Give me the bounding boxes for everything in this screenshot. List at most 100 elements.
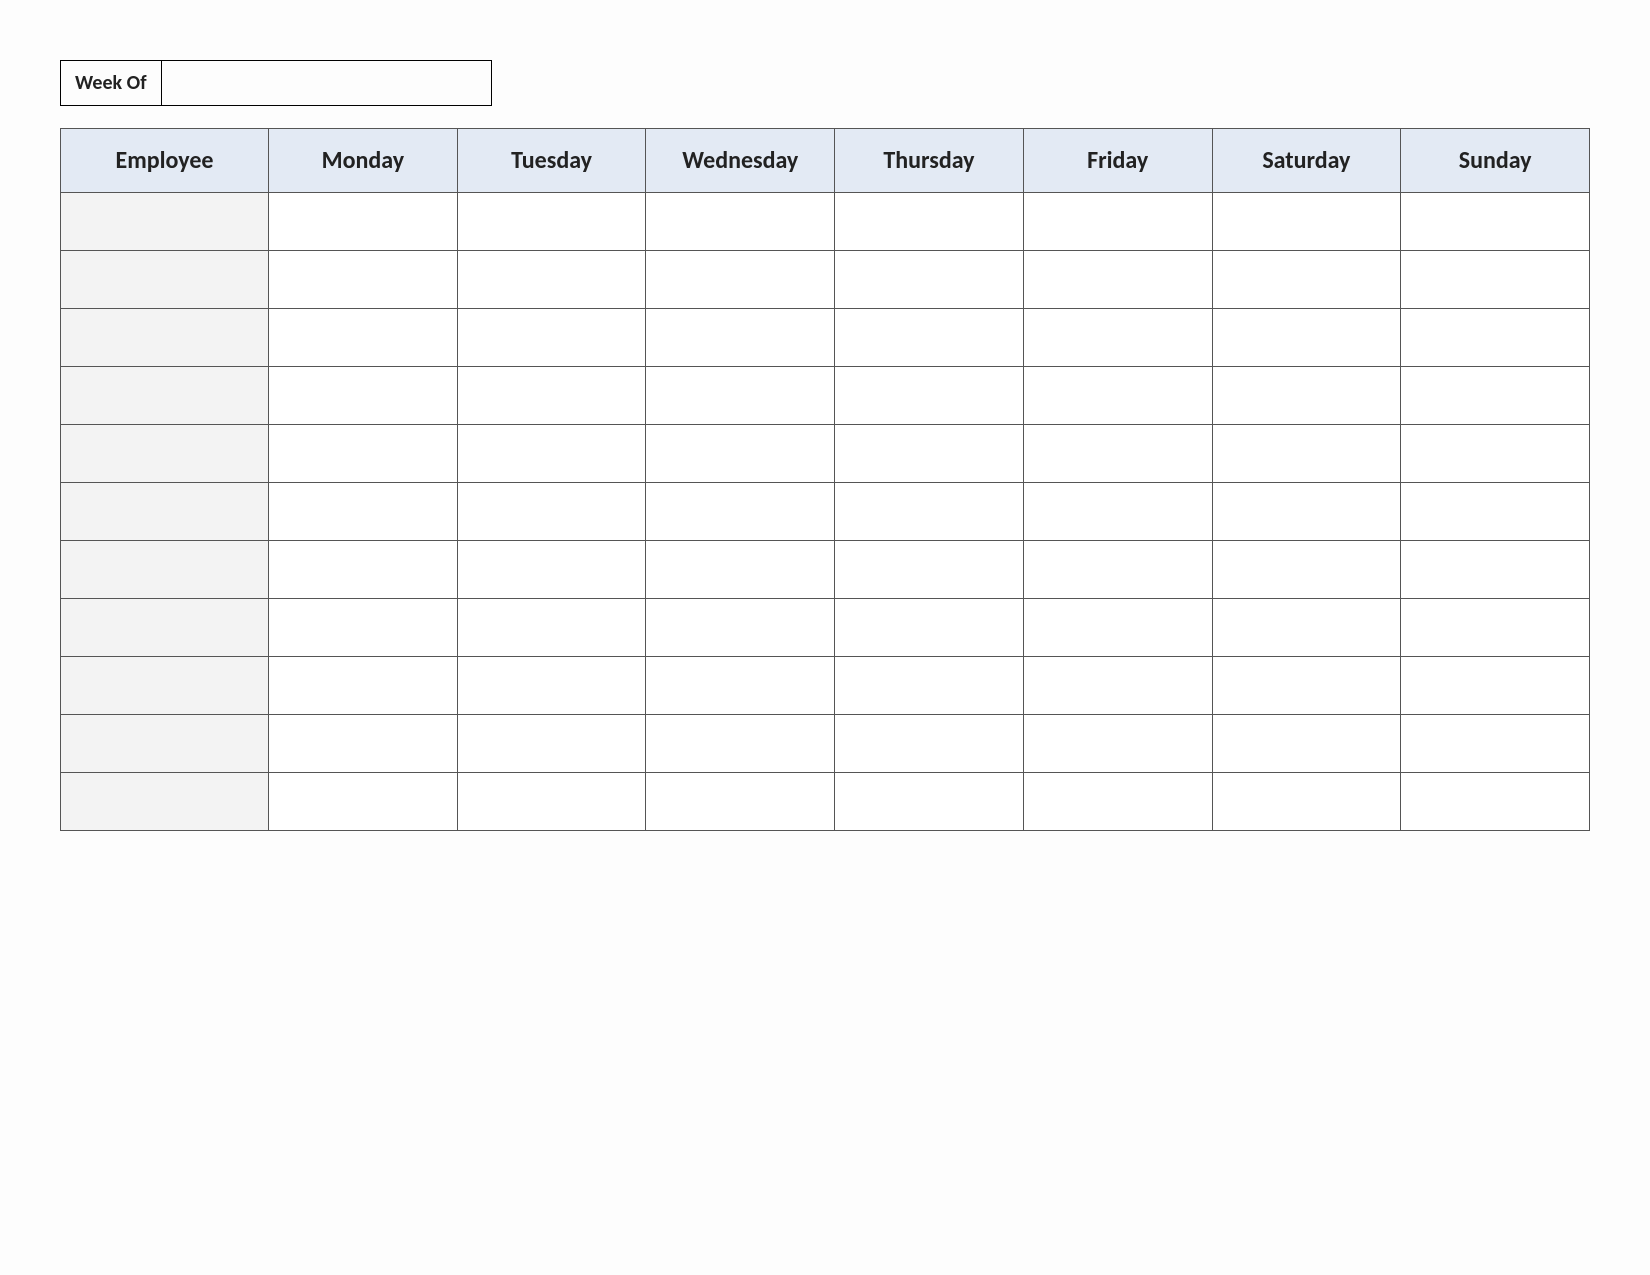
schedule-cell-input[interactable] [647, 774, 833, 829]
schedule-cell-input[interactable] [836, 600, 1022, 655]
schedule-cell [646, 657, 835, 715]
schedule-cell [457, 193, 646, 251]
schedule-cell-input[interactable] [459, 658, 645, 713]
schedule-cell-input[interactable] [1025, 368, 1211, 423]
schedule-cell-input[interactable] [1402, 542, 1588, 597]
schedule-cell [1401, 251, 1590, 309]
schedule-cell-input[interactable] [270, 484, 456, 539]
schedule-cell-input[interactable] [836, 194, 1022, 249]
schedule-cell-input[interactable] [1214, 716, 1400, 771]
schedule-cell-input[interactable] [1025, 774, 1211, 829]
schedule-cell-input[interactable] [836, 542, 1022, 597]
schedule-cell [457, 483, 646, 541]
schedule-cell-input[interactable] [647, 252, 833, 307]
schedule-cell-input[interactable] [270, 368, 456, 423]
schedule-cell [457, 251, 646, 309]
schedule-cell-input[interactable] [1402, 600, 1588, 655]
employee-input[interactable] [62, 658, 267, 713]
schedule-cell-input[interactable] [1025, 600, 1211, 655]
schedule-cell-input[interactable] [647, 542, 833, 597]
schedule-cell-input[interactable] [270, 194, 456, 249]
schedule-cell-input[interactable] [459, 542, 645, 597]
schedule-cell-input[interactable] [647, 310, 833, 365]
schedule-cell-input[interactable] [647, 426, 833, 481]
employee-input[interactable] [62, 774, 267, 829]
employee-input[interactable] [62, 252, 267, 307]
schedule-cell-input[interactable] [1025, 542, 1211, 597]
schedule-cell-input[interactable] [270, 542, 456, 597]
schedule-cell-input[interactable] [836, 716, 1022, 771]
schedule-cell-input[interactable] [836, 426, 1022, 481]
schedule-cell-input[interactable] [836, 310, 1022, 365]
table-row [61, 715, 1590, 773]
schedule-cell-input[interactable] [270, 658, 456, 713]
schedule-cell-input[interactable] [459, 310, 645, 365]
employee-input[interactable] [62, 194, 267, 249]
schedule-cell-input[interactable] [459, 368, 645, 423]
schedule-cell-input[interactable] [1214, 484, 1400, 539]
schedule-cell-input[interactable] [1025, 484, 1211, 539]
schedule-cell-input[interactable] [1402, 774, 1588, 829]
schedule-cell-input[interactable] [1402, 658, 1588, 713]
schedule-cell-input[interactable] [647, 484, 833, 539]
week-of-input[interactable] [170, 70, 483, 96]
schedule-cell [269, 541, 458, 599]
schedule-cell-input[interactable] [1402, 368, 1588, 423]
schedule-cell-input[interactable] [459, 426, 645, 481]
schedule-cell-input[interactable] [836, 484, 1022, 539]
schedule-cell-input[interactable] [1214, 368, 1400, 423]
schedule-cell-input[interactable] [1402, 252, 1588, 307]
employee-input[interactable] [62, 600, 267, 655]
schedule-cell-input[interactable] [836, 252, 1022, 307]
schedule-cell-input[interactable] [459, 194, 645, 249]
schedule-cell-input[interactable] [1402, 310, 1588, 365]
schedule-cell [269, 773, 458, 831]
schedule-cell-input[interactable] [1214, 774, 1400, 829]
employee-input[interactable] [62, 368, 267, 423]
schedule-cell-input[interactable] [1402, 426, 1588, 481]
schedule-cell-input[interactable] [270, 600, 456, 655]
schedule-cell-input[interactable] [1214, 658, 1400, 713]
schedule-cell-input[interactable] [270, 716, 456, 771]
schedule-cell-input[interactable] [1402, 194, 1588, 249]
schedule-cell [1023, 251, 1212, 309]
employee-input[interactable] [62, 484, 267, 539]
schedule-cell-input[interactable] [1214, 600, 1400, 655]
schedule-cell-input[interactable] [647, 658, 833, 713]
schedule-cell-input[interactable] [1214, 252, 1400, 307]
schedule-cell-input[interactable] [647, 368, 833, 423]
schedule-cell-input[interactable] [459, 774, 645, 829]
schedule-cell-input[interactable] [459, 716, 645, 771]
employee-input[interactable] [62, 716, 267, 771]
employee-input[interactable] [62, 426, 267, 481]
week-of-row: Week Of [60, 60, 1590, 106]
schedule-cell-input[interactable] [647, 194, 833, 249]
schedule-cell-input[interactable] [1214, 310, 1400, 365]
schedule-cell-input[interactable] [459, 484, 645, 539]
schedule-cell-input[interactable] [270, 252, 456, 307]
schedule-cell-input[interactable] [270, 310, 456, 365]
schedule-cell-input[interactable] [1214, 542, 1400, 597]
schedule-cell-input[interactable] [1025, 426, 1211, 481]
schedule-cell-input[interactable] [270, 774, 456, 829]
employee-input[interactable] [62, 542, 267, 597]
schedule-cell-input[interactable] [1214, 426, 1400, 481]
schedule-cell-input[interactable] [836, 658, 1022, 713]
schedule-cell-input[interactable] [836, 368, 1022, 423]
schedule-cell-input[interactable] [1214, 194, 1400, 249]
schedule-cell-input[interactable] [1025, 252, 1211, 307]
schedule-cell-input[interactable] [836, 774, 1022, 829]
schedule-cell-input[interactable] [459, 600, 645, 655]
schedule-cell-input[interactable] [647, 600, 833, 655]
schedule-cell-input[interactable] [1025, 310, 1211, 365]
schedule-cell-input[interactable] [1402, 716, 1588, 771]
schedule-cell [1401, 715, 1590, 773]
schedule-cell-input[interactable] [1025, 658, 1211, 713]
schedule-cell-input[interactable] [647, 716, 833, 771]
schedule-cell-input[interactable] [1402, 484, 1588, 539]
employee-input[interactable] [62, 310, 267, 365]
schedule-cell-input[interactable] [270, 426, 456, 481]
schedule-cell-input[interactable] [459, 252, 645, 307]
schedule-cell-input[interactable] [1025, 716, 1211, 771]
schedule-cell-input[interactable] [1025, 194, 1211, 249]
